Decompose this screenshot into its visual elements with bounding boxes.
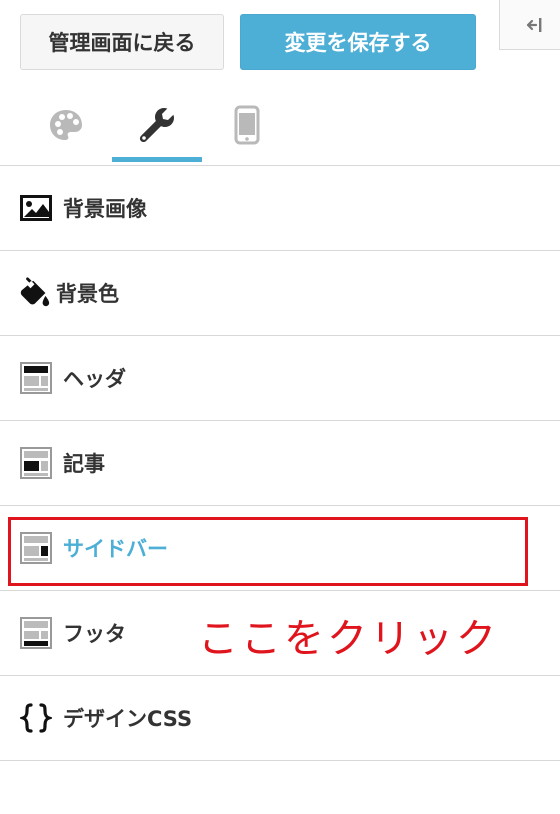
customizer-panel: 管理画面に戻る 変更を保存する 背景画像 背景色 ヘッダ 記事 サイドバー フッ… [0, 0, 560, 814]
menu-item-label: ヘッダ [63, 367, 126, 391]
menu-item-label: 背景色 [56, 282, 119, 306]
section-menu: 背景画像 背景色 ヘッダ 記事 サイドバー フッタ デザインCSS [0, 166, 560, 761]
menu-item-label: サイドバー [63, 537, 168, 561]
menu-item-background-color[interactable]: 背景色 [0, 251, 560, 336]
tab-design[interactable] [21, 84, 111, 165]
tab-tools[interactable] [112, 84, 202, 165]
layout-footer-icon [20, 617, 52, 649]
menu-item-design-css[interactable]: デザインCSS [0, 676, 560, 761]
collapse-sidebar-icon [526, 17, 541, 32]
save-changes-button[interactable]: 変更を保存する [240, 14, 476, 70]
active-tab-indicator [112, 157, 202, 162]
back-to-admin-button[interactable]: 管理画面に戻る [20, 14, 224, 70]
layout-article-icon [20, 447, 52, 479]
menu-item-label: 記事 [63, 452, 105, 476]
menu-item-header[interactable]: ヘッダ [0, 336, 560, 421]
menu-item-label: デザインCSS [63, 707, 193, 731]
layout-sidebar-icon [20, 532, 52, 564]
menu-item-background-image[interactable]: 背景画像 [0, 166, 560, 251]
curly-braces-icon [20, 703, 52, 733]
smartphone-icon [234, 105, 260, 144]
palette-icon [50, 109, 82, 140]
layout-header-icon [20, 362, 52, 394]
menu-item-label: フッタ [63, 622, 126, 646]
image-icon [20, 195, 52, 221]
menu-item-article[interactable]: 記事 [0, 421, 560, 506]
collapse-sidebar-button[interactable] [499, 0, 560, 50]
customizer-tabs [0, 84, 560, 166]
menu-item-label: 背景画像 [63, 197, 147, 221]
tab-mobile[interactable] [202, 84, 292, 165]
paint-bucket-icon [20, 277, 50, 307]
menu-item-sidebar[interactable]: サイドバー [0, 506, 560, 591]
wrench-icon [139, 107, 174, 142]
menu-item-footer[interactable]: フッタ [0, 591, 560, 676]
